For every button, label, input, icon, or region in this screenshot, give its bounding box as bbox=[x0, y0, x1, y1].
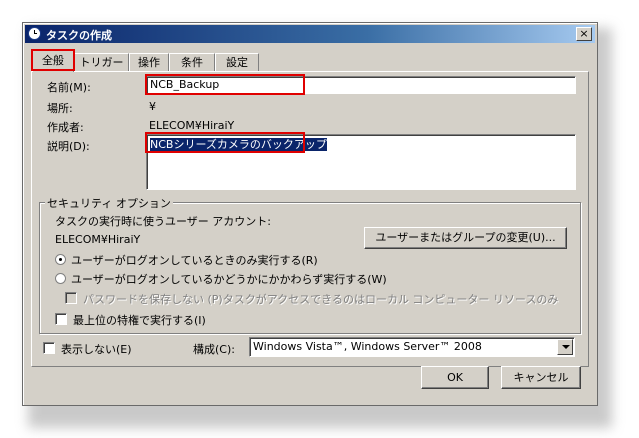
location-label: 場所: bbox=[47, 102, 73, 115]
radio-run-whether-logged-on-label: ユーザーがログオンしているかどうかにかかわらず実行する(W) bbox=[71, 273, 387, 286]
tab-conditions[interactable]: 条件 bbox=[169, 53, 215, 71]
configure-label: 構成(C): bbox=[193, 343, 235, 356]
cancel-button[interactable]: キャンセル bbox=[501, 366, 581, 389]
author-value: ELECOM¥HiraiY bbox=[149, 119, 235, 132]
radio-run-whether-logged-on[interactable] bbox=[55, 273, 66, 284]
account-value: ELECOM¥HiraiY bbox=[55, 233, 141, 246]
highlight-name-field bbox=[145, 74, 305, 95]
configure-select[interactable]: Windows Vista™, Windows Server™ 2008 bbox=[249, 337, 575, 357]
create-task-dialog: タスクの作成 × 全般 トリガー 操作 条件 設定 名前(M): NCB_Bac… bbox=[22, 22, 598, 406]
description-label: 説明(D): bbox=[47, 140, 90, 153]
security-options-title: セキュリティ オプション bbox=[45, 195, 173, 211]
close-icon: × bbox=[579, 27, 589, 40]
no-store-password-label: パスワードを保存しない (P)タスクがアクセスできるのはローカル コンピューター… bbox=[83, 293, 559, 306]
close-button[interactable]: × bbox=[576, 27, 592, 41]
radio-run-logged-on-label: ユーザーがログオンしているときのみ実行する(R) bbox=[71, 254, 318, 267]
clock-icon bbox=[28, 27, 41, 40]
highlight-description-field bbox=[145, 132, 305, 153]
chevron-down-icon[interactable] bbox=[557, 339, 573, 355]
highest-privileges-label: 最上位の特権で実行する(I) bbox=[73, 314, 206, 327]
no-store-password-checkbox[interactable] bbox=[65, 292, 77, 304]
location-value: ¥ bbox=[149, 100, 156, 113]
hidden-checkbox[interactable] bbox=[43, 342, 55, 354]
ok-button[interactable]: OK bbox=[421, 366, 489, 389]
radio-run-logged-on[interactable] bbox=[55, 254, 66, 265]
hidden-label: 表示しない(E) bbox=[61, 343, 132, 356]
title-bar: タスクの作成 × bbox=[25, 25, 595, 43]
tab-actions[interactable]: 操作 bbox=[129, 53, 169, 71]
highlight-tab-general bbox=[31, 49, 75, 71]
highest-privileges-checkbox[interactable] bbox=[55, 313, 67, 325]
tab-settings[interactable]: 設定 bbox=[215, 53, 259, 71]
change-user-button[interactable]: ユーザーまたはグループの変更(U)... bbox=[364, 227, 567, 249]
author-label: 作成者: bbox=[47, 121, 84, 134]
configure-value: Windows Vista™, Windows Server™ 2008 bbox=[253, 340, 482, 353]
name-label: 名前(M): bbox=[47, 81, 91, 94]
window-title: タスクの作成 bbox=[46, 29, 112, 42]
account-prompt: タスクの実行時に使うユーザー アカウント: bbox=[55, 215, 271, 228]
tab-triggers[interactable]: トリガー bbox=[74, 53, 129, 71]
